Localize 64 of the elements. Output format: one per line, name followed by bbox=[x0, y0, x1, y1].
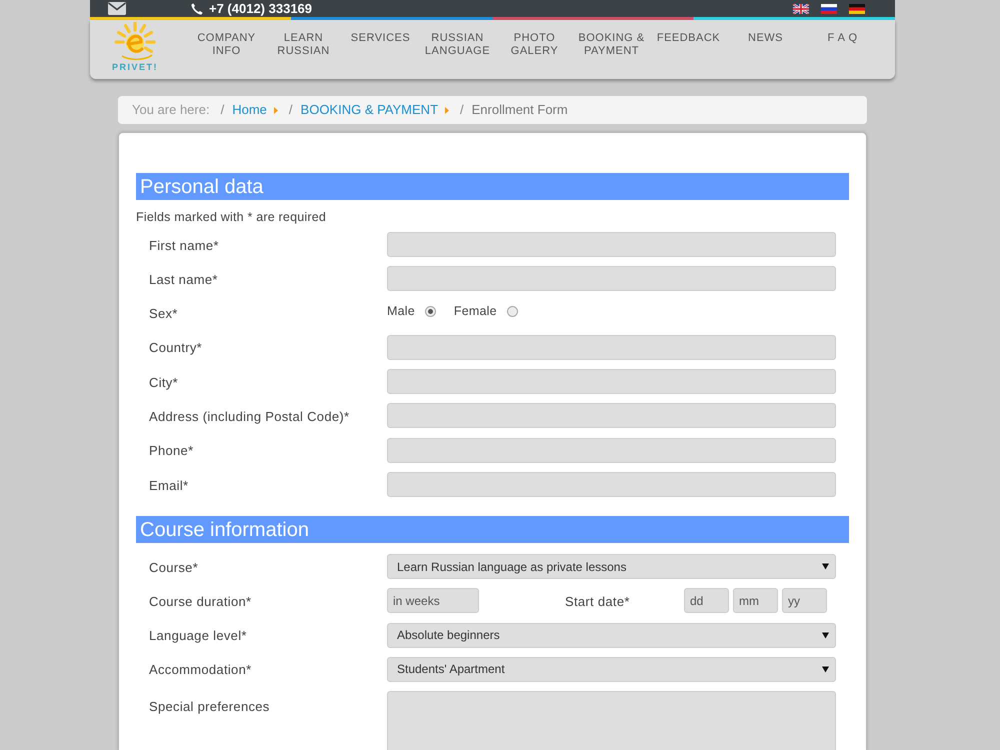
field-label: Course* bbox=[149, 560, 198, 576]
radio-button[interactable] bbox=[424, 306, 436, 318]
field-label: Email* bbox=[149, 478, 188, 494]
breadcrumb-prefix: You are here: bbox=[132, 101, 210, 120]
text-field[interactable] bbox=[387, 403, 836, 428]
date-field[interactable]: mm bbox=[733, 588, 778, 614]
caret-icon bbox=[822, 563, 829, 570]
caret-icon bbox=[822, 632, 829, 639]
nav-link[interactable]: PHOTO GALERY bbox=[500, 32, 568, 58]
field-label: Accommodation* bbox=[149, 662, 252, 678]
text-field[interactable] bbox=[387, 266, 836, 292]
field-label: Phone* bbox=[149, 443, 194, 460]
field-label: Last name* bbox=[149, 272, 218, 288]
field-label: Sex* bbox=[149, 306, 178, 322]
field-label: Course duration* bbox=[149, 594, 252, 610]
breadcrumb-separator: / bbox=[460, 101, 464, 120]
text-field[interactable] bbox=[387, 472, 836, 498]
text-field[interactable] bbox=[387, 438, 836, 463]
duration-field[interactable]: in weeks bbox=[387, 588, 479, 614]
radio-label[interactable]: Female bbox=[454, 302, 497, 321]
caret-icon bbox=[445, 106, 450, 114]
sun-logo-icon[interactable] bbox=[112, 22, 158, 61]
nav-link[interactable]: FEEDBACK bbox=[656, 32, 720, 45]
envelope-icon[interactable] bbox=[108, 2, 126, 15]
field-label: First name* bbox=[149, 238, 219, 254]
field-label: Address (including Postal Code)* bbox=[149, 408, 350, 425]
phone-number: +7 (4012) 333169 bbox=[209, 1, 312, 16]
dropdown-select[interactable]: Students' Apartment bbox=[387, 656, 836, 682]
section-header: Personal data bbox=[136, 173, 849, 200]
nav-link[interactable]: BOOKING & PAYMENT bbox=[578, 32, 646, 58]
date-field[interactable]: yy bbox=[782, 588, 827, 614]
field-label: City* bbox=[149, 374, 178, 391]
germany-flag-icon[interactable] bbox=[849, 4, 865, 14]
radio-button[interactable] bbox=[506, 306, 518, 318]
nav-link[interactable]: NEWS bbox=[748, 32, 783, 45]
nav-link[interactable]: RUSSIAN LANGUAGE bbox=[424, 32, 492, 58]
uk-flag-icon[interactable] bbox=[793, 4, 809, 14]
section-header: Course information bbox=[136, 516, 849, 544]
russia-flag-icon[interactable] bbox=[821, 4, 837, 14]
nav-link[interactable]: LEARN RUSSIAN bbox=[270, 32, 338, 58]
text-field[interactable] bbox=[387, 369, 836, 394]
breadcrumb-separator: / bbox=[288, 101, 293, 120]
breadcrumb-link[interactable]: BOOKING & PAYMENT bbox=[300, 100, 438, 120]
dropdown-select[interactable]: Learn Russian language as private lessons bbox=[387, 554, 836, 580]
text-field[interactable] bbox=[387, 232, 836, 257]
field-label: Language level* bbox=[149, 628, 247, 644]
breadcrumb-current: Enrollment Form bbox=[472, 101, 568, 120]
nav-link[interactable]: SERVICES bbox=[350, 32, 410, 45]
dropdown-select[interactable]: Absolute beginners bbox=[387, 622, 836, 648]
date-field[interactable]: dd bbox=[684, 588, 729, 614]
caret-icon bbox=[822, 666, 829, 673]
nav-link[interactable]: F A Q bbox=[827, 32, 858, 45]
nav-link[interactable]: COMPANY INFO bbox=[192, 32, 260, 58]
required-note: Fields marked with * are required bbox=[136, 210, 326, 224]
text-field[interactable] bbox=[387, 334, 836, 360]
breadcrumb-link[interactable]: Home bbox=[232, 100, 267, 120]
caret-icon bbox=[274, 106, 278, 114]
field-label: Start date* bbox=[565, 594, 630, 610]
text-area[interactable] bbox=[387, 691, 836, 750]
field-label: Country* bbox=[149, 340, 202, 356]
phone-icon bbox=[191, 2, 203, 14]
field-label: Special preferences bbox=[149, 699, 270, 716]
radio-label[interactable]: Male bbox=[387, 302, 415, 321]
breadcrumb-separator: / bbox=[220, 101, 224, 120]
